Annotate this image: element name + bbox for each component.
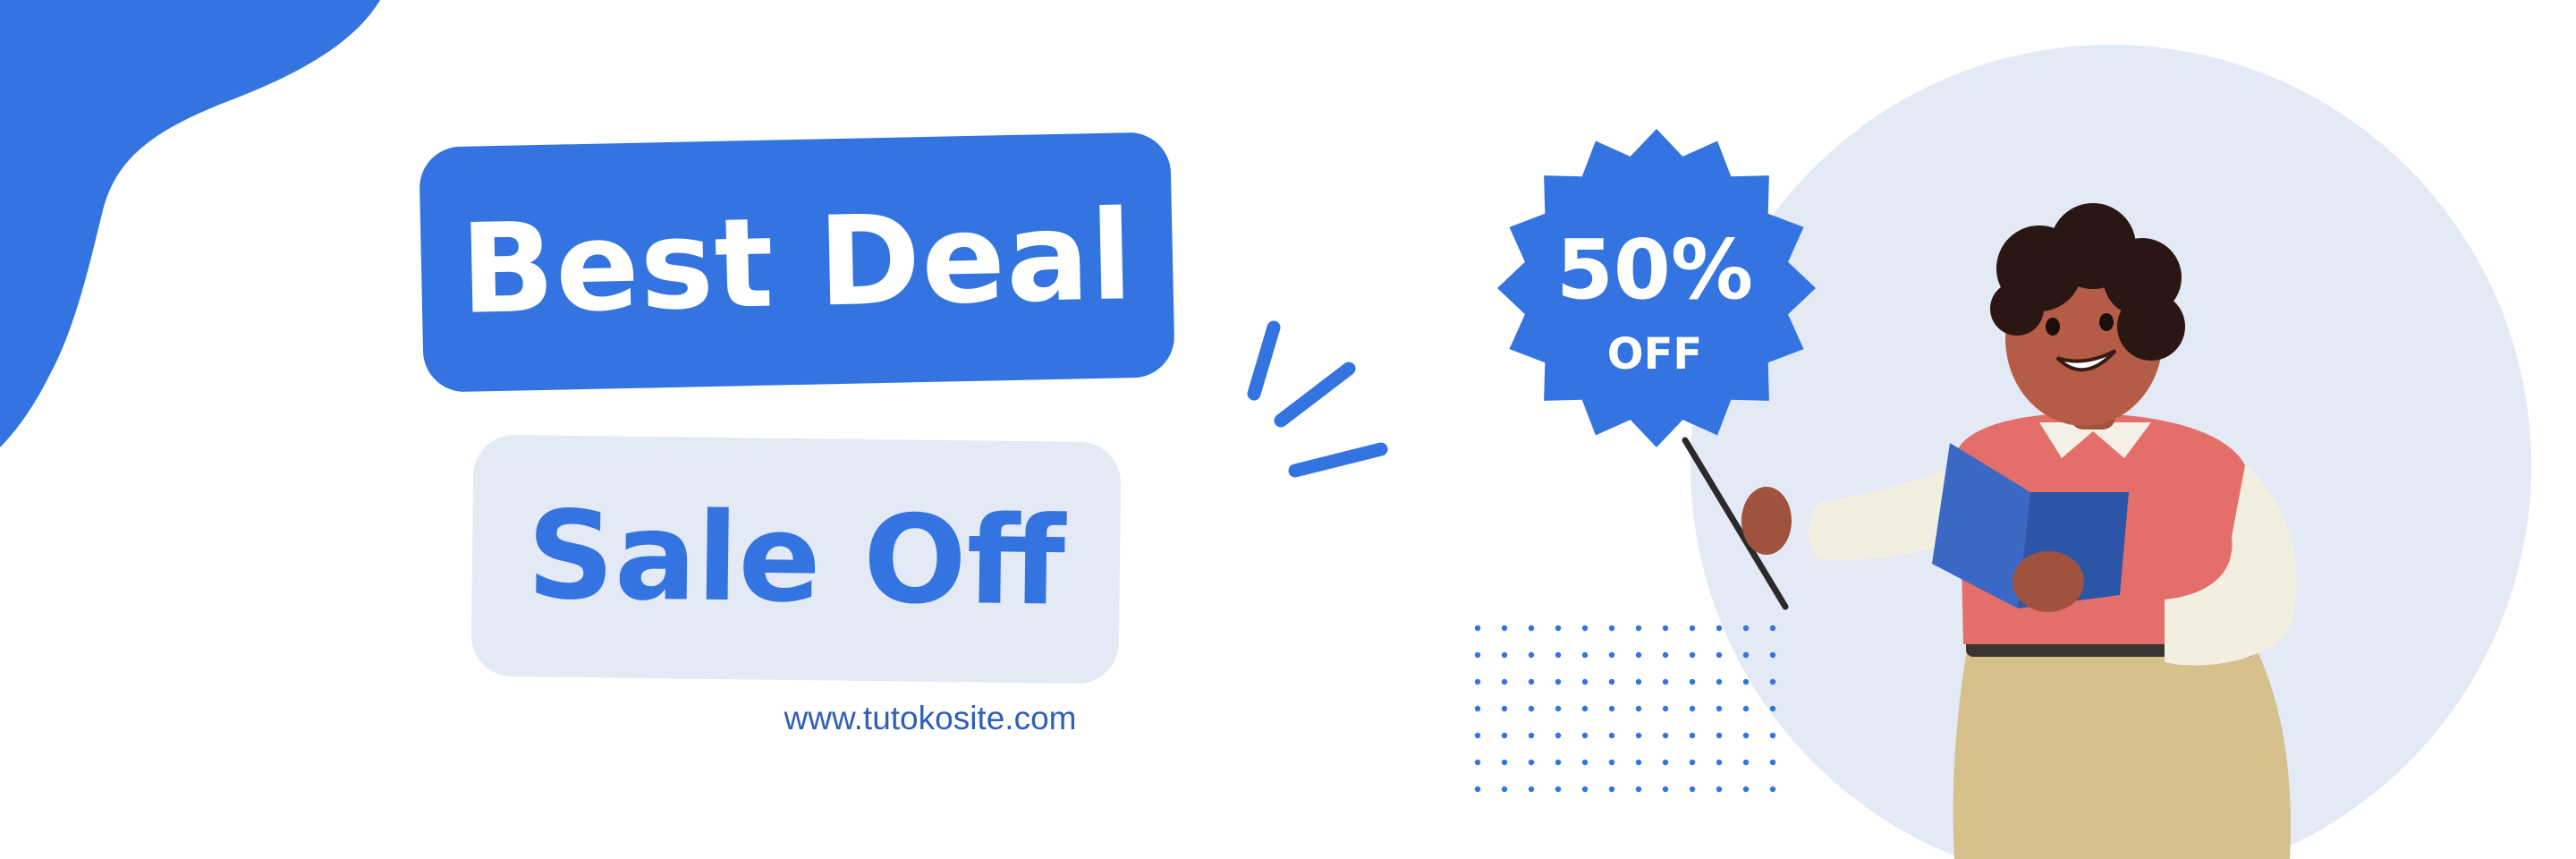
- dot: [1608, 705, 1615, 712]
- dot: [1528, 732, 1535, 739]
- dot: [1501, 732, 1508, 739]
- dot: [1555, 678, 1562, 685]
- dot: [1608, 759, 1615, 766]
- dot: [1501, 759, 1508, 766]
- headline-text: Best Deal: [459, 183, 1135, 342]
- dot: [1474, 705, 1481, 712]
- dot: [1528, 786, 1535, 793]
- website-link[interactable]: www.tutokosite.com: [537, 700, 1324, 737]
- dot: [1608, 678, 1615, 685]
- dot: [1608, 625, 1615, 632]
- corner-blob-shape: [0, 0, 380, 447]
- burst-lines-icon: [1247, 320, 1388, 478]
- dot: [1501, 651, 1508, 659]
- dot: [1581, 651, 1589, 659]
- dot: [1474, 625, 1481, 632]
- dot: [1501, 678, 1508, 685]
- dot: [1581, 786, 1589, 793]
- dot: [1528, 759, 1535, 766]
- dot: [1474, 732, 1481, 739]
- dot: [1501, 786, 1508, 793]
- dot: [1474, 651, 1481, 659]
- teacher-illustration: [1682, 203, 2297, 859]
- dot: [1474, 786, 1481, 793]
- dot: [1608, 786, 1615, 793]
- dot: [1635, 651, 1642, 659]
- dot: [1528, 651, 1535, 659]
- headline-box: Best Deal: [419, 132, 1175, 393]
- dot: [1635, 678, 1642, 685]
- dot: [1635, 625, 1642, 632]
- dot: [1555, 705, 1562, 712]
- dot: [1555, 759, 1562, 766]
- dot: [1581, 759, 1589, 766]
- dot: [1581, 732, 1589, 739]
- dot: [1555, 625, 1562, 632]
- dot: [1555, 651, 1562, 659]
- dot: [1528, 705, 1535, 712]
- dot: [1581, 625, 1589, 632]
- dot: [1474, 759, 1481, 766]
- dot: [1635, 732, 1642, 739]
- dot: [1555, 786, 1562, 793]
- dot: [1635, 705, 1642, 712]
- dot: [1608, 651, 1615, 659]
- dot: [1528, 678, 1535, 685]
- dot: [1635, 759, 1642, 766]
- subheadline-text: Sale Off: [526, 485, 1066, 634]
- dot: [1581, 705, 1589, 712]
- subheadline-box: Sale Off: [470, 434, 1122, 685]
- dot: [1581, 678, 1589, 685]
- dot: [1501, 705, 1508, 712]
- dot: [1608, 732, 1615, 739]
- dot: [1555, 732, 1562, 739]
- dot: [1528, 625, 1535, 632]
- dot: [1635, 786, 1642, 793]
- promo-banner: Best Deal Sale Off www.tutokosite.com 50…: [0, 0, 2576, 859]
- dot: [1474, 678, 1481, 685]
- dot: [1501, 625, 1508, 632]
